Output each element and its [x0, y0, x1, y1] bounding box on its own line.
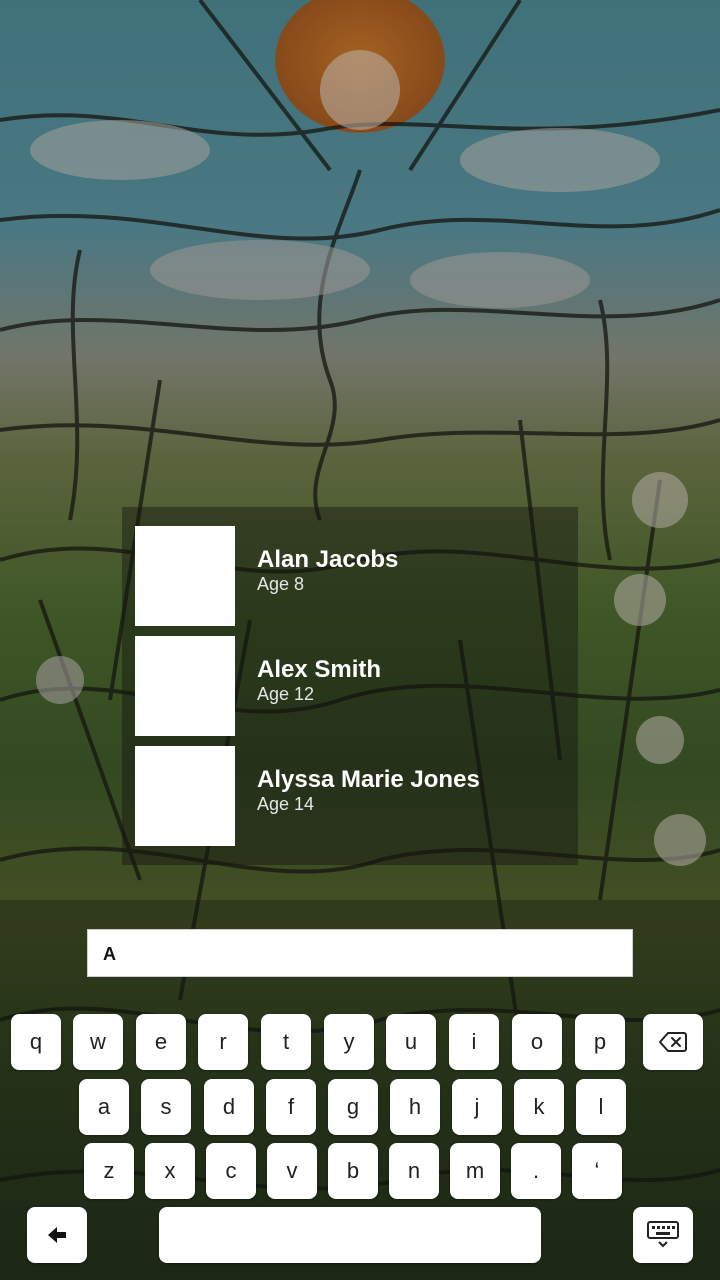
key-m[interactable]: m	[450, 1143, 500, 1199]
key-r[interactable]: r	[198, 1014, 248, 1070]
back-arrow-icon	[48, 1227, 66, 1243]
key-x[interactable]: x	[145, 1143, 195, 1199]
key-t[interactable]: t	[261, 1014, 311, 1070]
result-age: Age 14	[257, 794, 315, 814]
key-k[interactable]: k	[514, 1079, 564, 1135]
result-item[interactable]: Alan Jacobs Age 8	[135, 526, 565, 626]
result-photo	[135, 636, 235, 736]
key-f[interactable]: f	[266, 1079, 316, 1135]
result-item[interactable]: Alyssa Marie Jones Age 14	[135, 746, 565, 846]
key-d[interactable]: d	[204, 1079, 254, 1135]
result-age: Age 8	[257, 574, 305, 594]
search-results-panel: Alan Jacobs Age 8 Alex Smith Age 12 Alys…	[122, 507, 578, 865]
result-item[interactable]: Alex Smith Age 12	[135, 636, 565, 736]
result-photo	[135, 746, 235, 846]
back-button[interactable]	[27, 1207, 87, 1263]
key-h[interactable]: h	[390, 1079, 440, 1135]
key-period[interactable]: .	[511, 1143, 561, 1199]
key-n[interactable]: n	[389, 1143, 439, 1199]
key-j[interactable]: j	[452, 1079, 502, 1135]
result-age: Age 12	[257, 684, 315, 704]
key-i[interactable]: i	[449, 1014, 499, 1070]
key-z[interactable]: z	[84, 1143, 134, 1199]
key-a[interactable]: a	[79, 1079, 129, 1135]
result-photo	[135, 526, 235, 626]
key-y[interactable]: y	[324, 1014, 374, 1070]
keyboard-hide-icon	[647, 1221, 679, 1248]
key-o[interactable]: o	[512, 1014, 562, 1070]
backspace-icon	[659, 1032, 687, 1052]
result-name: Alan Jacobs	[257, 546, 399, 573]
key-b[interactable]: b	[328, 1143, 378, 1199]
hide-keyboard-button[interactable]	[633, 1207, 693, 1263]
key-u[interactable]: u	[386, 1014, 436, 1070]
key-g[interactable]: g	[328, 1079, 378, 1135]
backspace-key[interactable]	[643, 1014, 703, 1070]
key-p[interactable]: p	[575, 1014, 625, 1070]
result-name: Alyssa Marie Jones	[257, 766, 480, 793]
key-apostrophe[interactable]: ‘	[572, 1143, 622, 1199]
space-key[interactable]	[159, 1207, 541, 1263]
search-input[interactable]: A	[87, 929, 633, 977]
result-name: Alex Smith	[257, 656, 382, 683]
key-v[interactable]: v	[267, 1143, 317, 1199]
key-l[interactable]: l	[576, 1079, 626, 1135]
key-w[interactable]: w	[73, 1014, 123, 1070]
key-q[interactable]: q	[11, 1014, 61, 1070]
key-e[interactable]: e	[136, 1014, 186, 1070]
key-s[interactable]: s	[141, 1079, 191, 1135]
key-c[interactable]: c	[206, 1143, 256, 1199]
